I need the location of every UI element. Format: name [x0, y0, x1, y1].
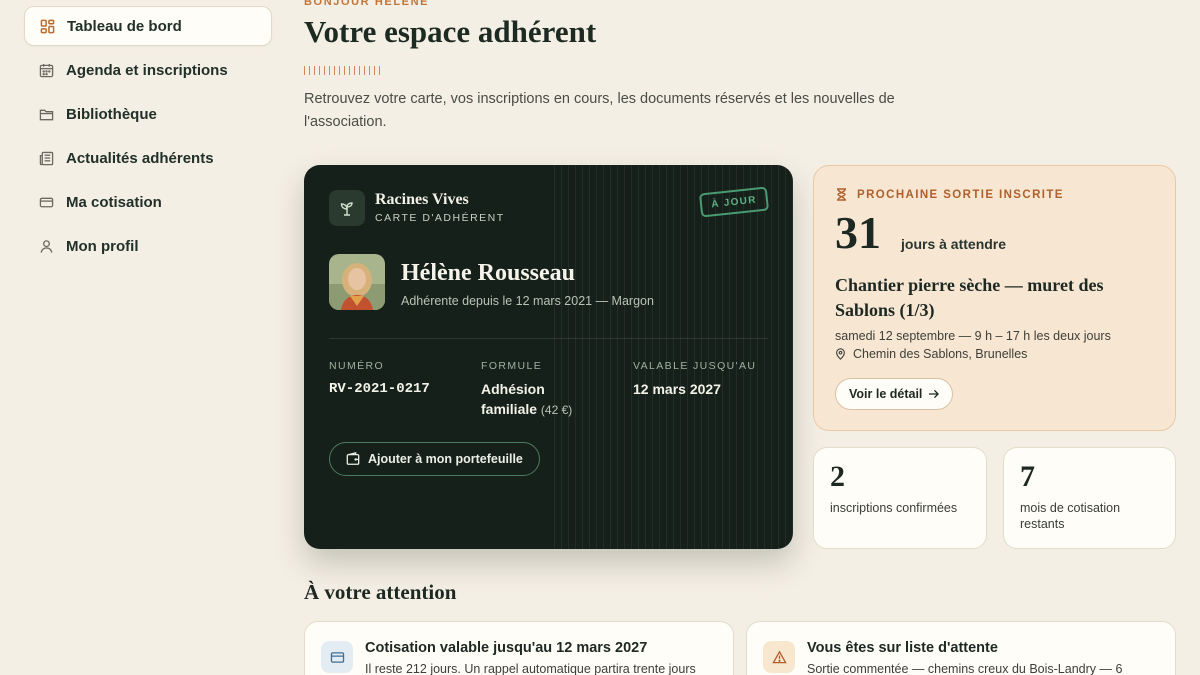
- plan-value: Adhésion familiale (42 €): [481, 379, 601, 420]
- next-outing-eyebrow: PROCHAINE SORTIE INSCRITE: [836, 188, 1064, 201]
- stat-value: 7: [1020, 460, 1035, 493]
- days-remaining-label: jours à attendre: [901, 236, 1007, 252]
- sidebar-item-cotisation[interactable]: Ma cotisation: [24, 182, 272, 222]
- notice-membership[interactable]: Cotisation valable jusqu'au 12 mars 2027…: [304, 621, 734, 675]
- sidebar-item-actualites[interactable]: Actualités adhérents: [24, 138, 272, 178]
- sidebar-item-label: Agenda et inscriptions: [66, 61, 228, 79]
- arrow-right-icon: [928, 389, 940, 399]
- sidebar-item-tableau-de-bord[interactable]: Tableau de bord: [24, 6, 272, 46]
- wallet-icon: [346, 452, 360, 466]
- warning-icon: [763, 641, 795, 673]
- stat-months-remaining: 7 mois de cotisation restants: [1003, 447, 1176, 549]
- member-name: Hélène Rousseau: [401, 260, 575, 286]
- map-pin-icon: [835, 348, 846, 360]
- sidebar-item-label: Ma cotisation: [66, 193, 162, 211]
- add-to-wallet-button[interactable]: Ajouter à mon portefeuille: [329, 442, 540, 476]
- user-icon: [38, 238, 54, 254]
- intro-text: Retrouvez votre carte, vos inscriptions …: [304, 91, 895, 130]
- notice-waitlist[interactable]: Vous êtes sur liste d'attente Sortie com…: [746, 621, 1176, 675]
- sidebar-item-profil[interactable]: Mon profil: [24, 226, 272, 266]
- dashboard-icon: [39, 18, 55, 34]
- member-since: Adhérente depuis le 12 mars 2021 — Margo…: [401, 294, 654, 308]
- credit-card-icon: [321, 641, 353, 673]
- add-to-wallet-label: Ajouter à mon portefeuille: [368, 452, 523, 466]
- event-date: samedi 12 septembre — 9 h – 17 h les deu…: [835, 329, 1111, 343]
- hourglass-icon: [836, 188, 847, 201]
- valid-label: VALABLE JUSQU'AU: [633, 360, 757, 372]
- sidebar: Tableau de bord Agenda et inscriptions B…: [24, 6, 272, 270]
- greeting: BONJOUR HÉLÈNE: [304, 0, 430, 8]
- valid-until: 12 mars 2027: [633, 381, 721, 397]
- notice-title: Cotisation valable jusqu'au 12 mars 2027: [365, 640, 648, 656]
- calendar-icon: [38, 62, 54, 78]
- page-title: Votre espace adhérent: [304, 14, 597, 49]
- view-detail-button[interactable]: Voir le détail: [835, 378, 954, 410]
- brand-name: Racines Vives: [375, 191, 469, 208]
- plan-price: (42 €): [540, 403, 573, 417]
- sidebar-item-bibliotheque[interactable]: Bibliothèque: [24, 94, 272, 134]
- event-title: Chantier pierre sèche — muret des Sablon…: [835, 275, 1104, 320]
- card-type: CARTE D'ADHÉRENT: [375, 212, 505, 224]
- sidebar-item-label: Bibliothèque: [66, 105, 157, 123]
- stat-confirmed-registrations: 2 inscriptions confirmées: [813, 447, 987, 549]
- plan-name: Adhésion familiale: [481, 381, 545, 417]
- stat-label: mois de cotisation restants: [1020, 501, 1121, 531]
- credit-card-icon: [38, 194, 54, 210]
- event-place: Chemin des Sablons, Brunelles: [835, 347, 1027, 361]
- notice-title: Vous êtes sur liste d'attente: [807, 640, 998, 656]
- divider: [329, 338, 768, 339]
- member-number: RV-2021-0217: [329, 381, 430, 397]
- plan-label: FORMULE: [481, 360, 543, 372]
- days-remaining: 31: [835, 207, 881, 258]
- newspaper-icon: [38, 150, 54, 166]
- notice-text: Il reste 212 jours. Un rappel automatiqu…: [365, 662, 696, 675]
- stat-value: 2: [830, 460, 845, 493]
- folder-icon: [38, 106, 54, 122]
- sidebar-item-agenda[interactable]: Agenda et inscriptions: [24, 50, 272, 90]
- member-card: Racines Vives CARTE D'ADHÉRENT À JOUR Hé…: [304, 165, 793, 549]
- attention-title: À votre attention: [304, 580, 457, 604]
- decorative-ticks: [304, 66, 380, 75]
- stat-label: inscriptions confirmées: [830, 501, 958, 515]
- avatar: [329, 254, 385, 310]
- next-outing-card: PROCHAINE SORTIE INSCRITE 31 jours à att…: [813, 165, 1176, 431]
- sprout-icon: [329, 190, 365, 226]
- number-label: NUMÉRO: [329, 360, 385, 372]
- sidebar-item-label: Tableau de bord: [67, 17, 182, 35]
- sidebar-item-label: Actualités adhérents: [66, 149, 214, 167]
- card-stripes: [554, 165, 793, 549]
- sidebar-item-label: Mon profil: [66, 237, 139, 255]
- notice-text: Sortie commentée — chemins creux du Bois…: [807, 662, 1123, 675]
